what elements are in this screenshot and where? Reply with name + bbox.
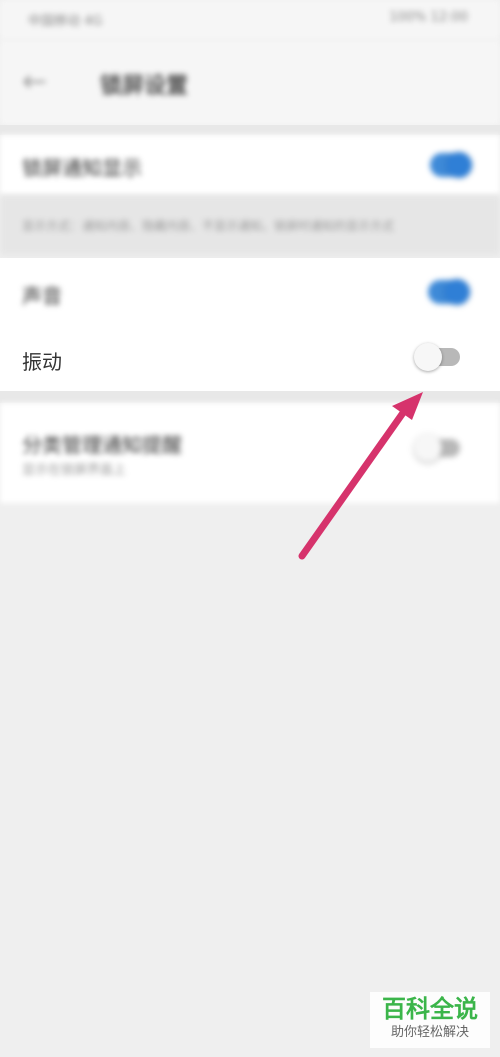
watermark-title: 百科全说 — [382, 995, 478, 1023]
annotation-arrow-icon — [298, 392, 423, 560]
watermark-logo: 百科全说 助你轻松解决 — [370, 992, 490, 1048]
arrow-shaft — [298, 406, 409, 560]
watermark-subtitle: 助你轻松解决 — [390, 1025, 469, 1040]
